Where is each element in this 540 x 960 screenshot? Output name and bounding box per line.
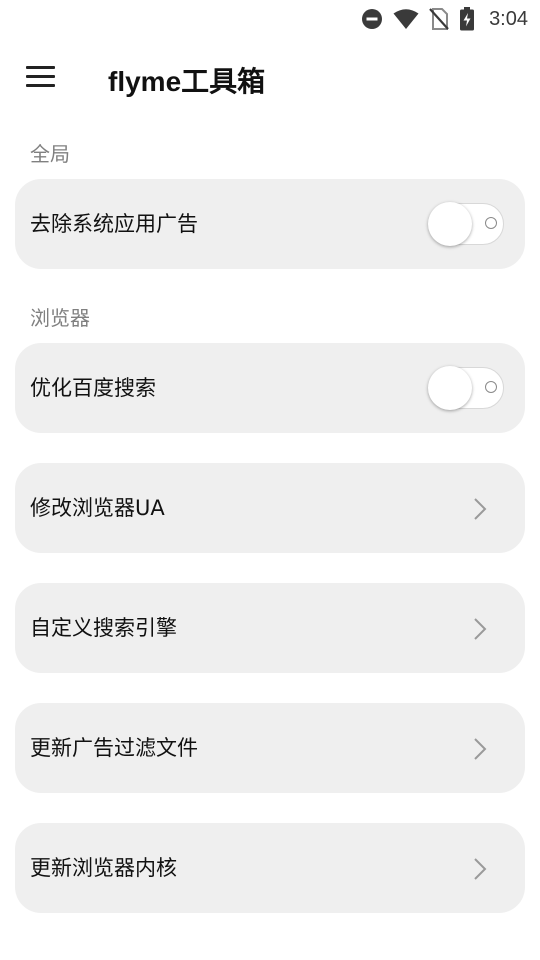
toggle-off-indicator-icon	[485, 381, 497, 393]
setting-label: 自定义搜索引擎	[30, 616, 177, 640]
optimize-baidu-toggle[interactable]	[428, 366, 505, 410]
setting-label: 更新广告过滤文件	[30, 736, 198, 760]
remove-ads-toggle[interactable]	[428, 202, 505, 246]
setting-modify-browser-ua[interactable]: 修改浏览器UA	[15, 463, 525, 553]
chevron-right-icon	[474, 738, 487, 760]
app-title: flyme工具箱	[108, 66, 266, 97]
setting-update-ad-filter[interactable]: 更新广告过滤文件	[15, 703, 525, 793]
setting-optimize-baidu-search[interactable]: 优化百度搜索	[15, 343, 525, 433]
app-bar: flyme工具箱	[0, 50, 540, 110]
setting-label: 优化百度搜索	[30, 376, 156, 400]
status-bar: 3:04	[0, 0, 540, 38]
wifi-icon	[393, 8, 419, 30]
hamburger-menu-icon[interactable]	[26, 66, 58, 94]
status-time: 3:04	[489, 7, 528, 30]
battery-charging-icon	[459, 7, 475, 31]
toggle-knob	[428, 366, 472, 410]
chevron-right-icon	[474, 498, 487, 520]
setting-custom-search-engine[interactable]: 自定义搜索引擎	[15, 583, 525, 673]
no-sim-icon	[429, 8, 449, 30]
chevron-right-icon	[474, 618, 487, 640]
section-title-browser: 浏览器	[30, 306, 90, 330]
setting-label: 去除系统应用广告	[30, 212, 198, 236]
toggle-knob	[428, 202, 472, 246]
section-title-global: 全局	[30, 142, 70, 166]
setting-update-browser-kernel[interactable]: 更新浏览器内核	[15, 823, 525, 913]
do-not-disturb-icon	[361, 8, 383, 30]
chevron-right-icon	[474, 858, 487, 880]
setting-label: 修改浏览器UA	[30, 496, 165, 520]
toggle-off-indicator-icon	[485, 217, 497, 229]
setting-label: 更新浏览器内核	[30, 856, 177, 880]
setting-remove-system-ads[interactable]: 去除系统应用广告	[15, 179, 525, 269]
